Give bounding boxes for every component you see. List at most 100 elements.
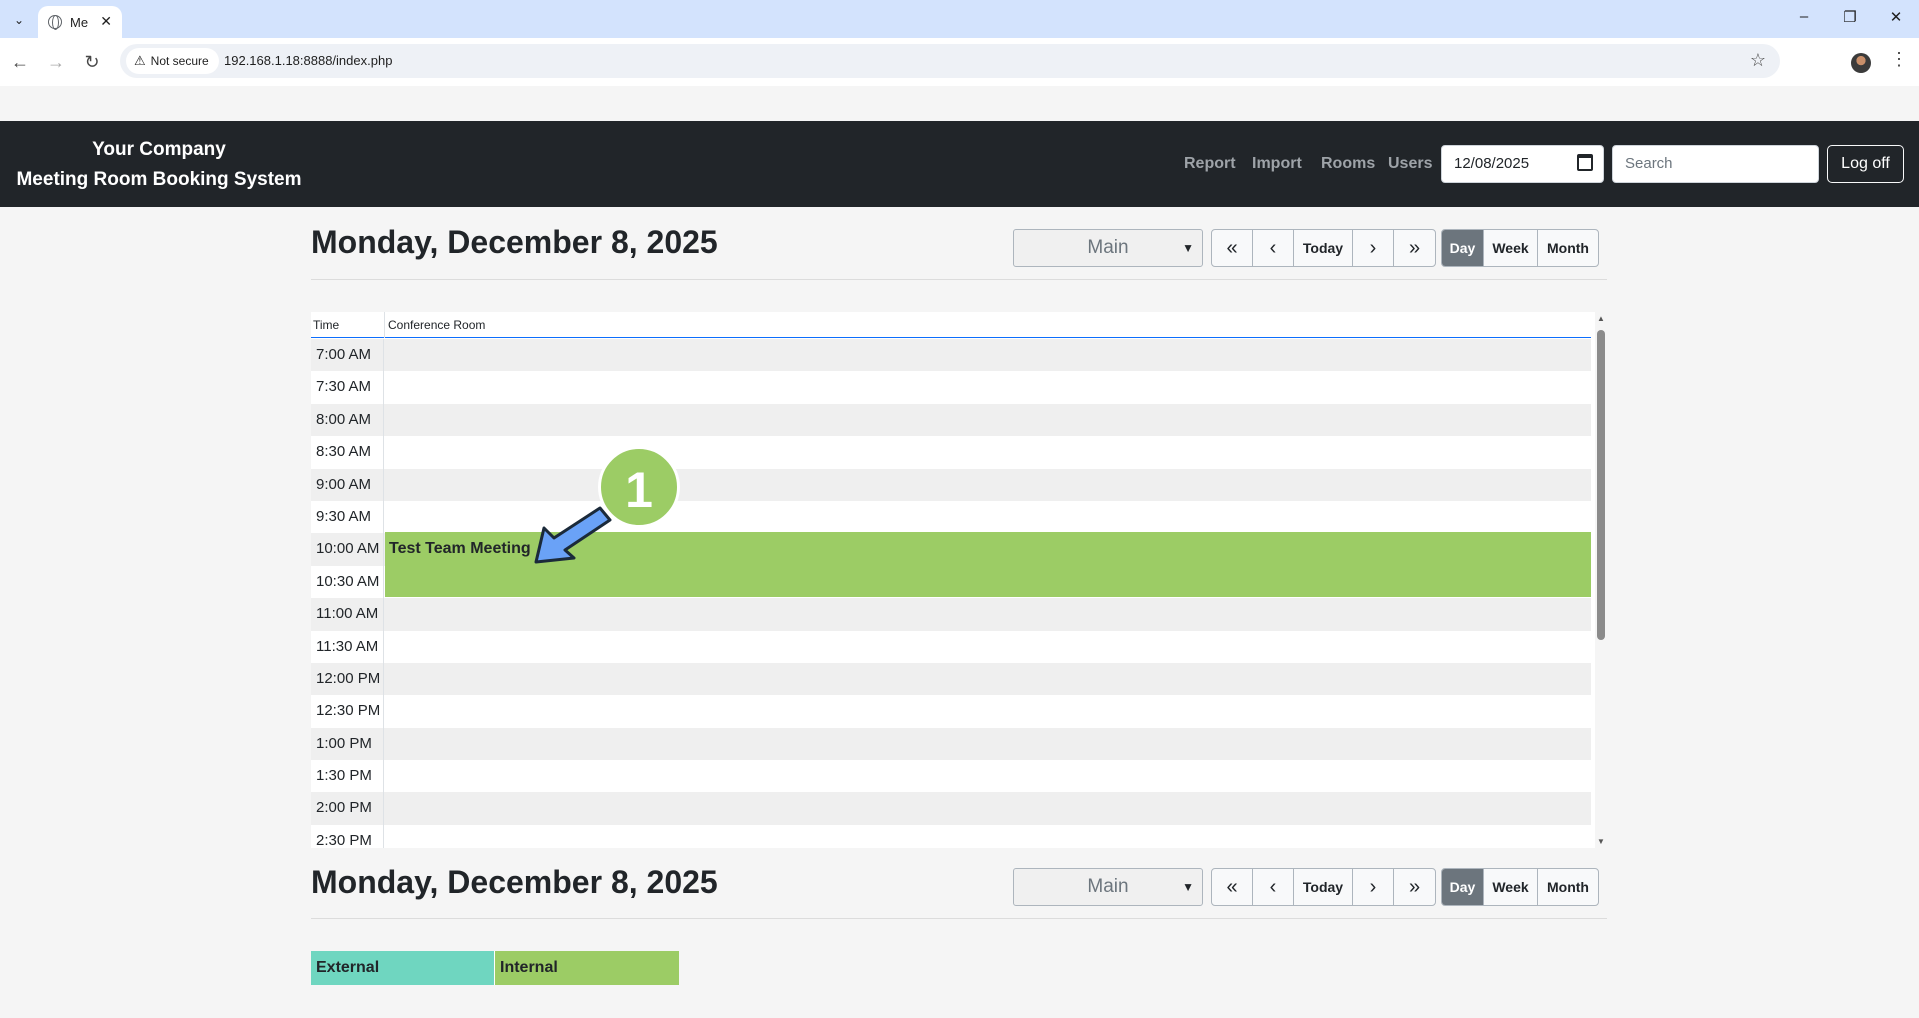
calendar-icon[interactable] <box>1577 154 1593 171</box>
first-button[interactable]: « <box>1212 230 1253 266</box>
week-view-button[interactable]: Week <box>1484 230 1538 266</box>
tab-close-icon[interactable]: ✕ <box>100 13 112 30</box>
date-picker-input[interactable]: 12/08/2025 <box>1441 145 1604 183</box>
prev-button[interactable]: ‹ <box>1253 869 1294 905</box>
time-slot-label[interactable]: 11:00 AM <box>311 598 384 631</box>
grid-scrollbar[interactable]: ▲ ▼ <box>1595 312 1607 848</box>
security-label: Not secure <box>150 54 209 68</box>
last-button[interactable]: » <box>1394 230 1435 266</box>
time-slot-label[interactable]: 1:30 PM <box>311 760 384 793</box>
time-slot-label[interactable]: 7:00 AM <box>311 339 384 372</box>
security-chip[interactable]: ⚠ Not secure <box>126 48 219 74</box>
time-slot-label[interactable]: 8:30 AM <box>311 436 384 469</box>
profile-avatar[interactable] <box>1851 53 1871 73</box>
app-header: Your Company Meeting Room Booking System… <box>0 121 1919 207</box>
legend-external: External <box>311 951 495 985</box>
day-view-button[interactable]: Day <box>1442 869 1484 905</box>
grid-row: 11:30 AM <box>311 630 1591 663</box>
booking-slot-cell[interactable] <box>384 727 1591 761</box>
booking-slot-cell[interactable] <box>384 436 1591 469</box>
browser-tab[interactable]: Me ✕ <box>38 6 122 38</box>
booking-slot-cell[interactable] <box>384 662 1591 696</box>
scroll-down-icon[interactable]: ▼ <box>1597 837 1605 846</box>
page-title-bottom: Monday, December 8, 2025 <box>311 864 718 900</box>
logoff-button[interactable]: Log off <box>1827 145 1904 183</box>
next-button[interactable]: › <box>1353 230 1394 266</box>
today-button[interactable]: Today <box>1294 230 1353 266</box>
time-slot-label[interactable]: 2:00 PM <box>311 792 384 825</box>
booking-slot-cell[interactable] <box>384 371 1591 404</box>
prev-button[interactable]: ‹ <box>1253 230 1294 266</box>
booking-slot-cell[interactable] <box>384 792 1591 825</box>
booking-slot-cell[interactable] <box>384 598 1591 631</box>
divider <box>311 279 1607 280</box>
room-column-header[interactable]: Conference Room <box>388 318 485 332</box>
booking-slot-cell[interactable] <box>384 630 1591 663</box>
restore-icon[interactable]: ❐ <box>1840 8 1860 26</box>
week-view-button[interactable]: Week <box>1484 869 1538 905</box>
search-input[interactable]: Search <box>1612 145 1819 183</box>
nav-users-link[interactable]: Users <box>1388 155 1432 173</box>
omnibox[interactable]: ⚠ Not secure 192.168.1.18:8888/index.php… <box>120 44 1780 78</box>
minimize-icon[interactable]: – <box>1794 8 1814 25</box>
time-slot-label[interactable]: 2:30 PM <box>311 824 384 848</box>
booking-slot-cell[interactable] <box>384 403 1591 437</box>
close-window-icon[interactable]: ✕ <box>1886 8 1906 26</box>
grid-row: 7:30 AM <box>311 371 1591 404</box>
time-slot-label[interactable]: 1:00 PM <box>311 727 384 761</box>
booking-slot-cell[interactable] <box>384 824 1591 848</box>
time-slot-label[interactable]: 10:30 AM <box>311 565 384 599</box>
time-slot-label[interactable]: 9:30 AM <box>311 500 384 534</box>
chevron-down-icon: ▼ <box>1182 241 1194 255</box>
area-select[interactable]: Main ▼ <box>1013 229 1203 267</box>
chevron-down-icon: ▼ <box>1182 880 1194 894</box>
next-button[interactable]: › <box>1353 869 1394 905</box>
address-bar-row: ← → ↻ ⚠ Not secure 192.168.1.18:8888/ind… <box>0 38 1919 86</box>
grid-row: 8:00 AM <box>311 403 1591 437</box>
tab-search-chevron-icon[interactable]: ⌄ <box>8 9 30 31</box>
grid-row: 9:00 AM <box>311 468 1591 501</box>
time-slot-label[interactable]: 8:00 AM <box>311 403 384 437</box>
scroll-up-icon[interactable]: ▲ <box>1597 314 1605 323</box>
scroll-thumb[interactable] <box>1597 330 1605 640</box>
booking-slot-cell[interactable] <box>384 760 1591 793</box>
divider-bottom <box>311 918 1607 919</box>
month-view-button[interactable]: Month <box>1538 869 1598 905</box>
bookmark-star-icon[interactable]: ☆ <box>1750 50 1766 71</box>
browser-menu-icon[interactable]: ⋮ <box>1890 49 1908 70</box>
url-text[interactable]: 192.168.1.18:8888/index.php <box>224 53 392 68</box>
nav-rooms-link[interactable]: Rooms <box>1321 155 1375 173</box>
time-slot-label[interactable]: 10:00 AM <box>311 533 384 566</box>
today-button[interactable]: Today <box>1294 869 1353 905</box>
grid-row: 7:00 AM <box>311 339 1591 372</box>
back-icon[interactable]: ← <box>8 50 32 74</box>
last-button[interactable]: » <box>1394 869 1435 905</box>
brand[interactable]: Your Company Meeting Room Booking System <box>0 135 318 195</box>
nav-report-link[interactable]: Report <box>1184 155 1236 173</box>
month-view-button[interactable]: Month <box>1538 230 1598 266</box>
time-slot-label[interactable]: 9:00 AM <box>311 468 384 501</box>
browser-tab-bar: ⌄ Me ✕ – ❐ ✕ <box>0 0 1919 38</box>
nav-import-link[interactable]: Import <box>1252 155 1302 173</box>
time-slot-label[interactable]: 12:30 PM <box>311 695 384 728</box>
grid-row: 1:00 PM <box>311 727 1591 761</box>
grid-row: 2:30 PM <box>311 824 1591 848</box>
day-view-button[interactable]: Day <box>1442 230 1484 266</box>
booking-slot-cell[interactable] <box>384 695 1591 728</box>
booking-title: Test Team Meeting <box>389 540 531 557</box>
time-slot-label[interactable]: 11:30 AM <box>311 630 384 663</box>
header-separator <box>384 312 385 338</box>
forward-icon[interactable]: → <box>44 50 68 74</box>
time-slot-label[interactable]: 12:00 PM <box>311 662 384 696</box>
time-slot-label[interactable]: 7:30 AM <box>311 371 384 404</box>
annotation-badge: 1 <box>598 446 680 528</box>
booking-slot-cell[interactable] <box>384 339 1591 372</box>
grid-row: 8:30 AM <box>311 436 1591 469</box>
page-title: Monday, December 8, 2025 <box>311 224 718 260</box>
booking-slot-cell[interactable] <box>384 468 1591 501</box>
area-select-bottom[interactable]: Main ▼ <box>1013 868 1203 906</box>
reload-icon[interactable]: ↻ <box>80 50 104 74</box>
area-selected-value: Main <box>1087 876 1129 897</box>
first-button[interactable]: « <box>1212 869 1253 905</box>
date-nav-group-bottom: « ‹ Today › » <box>1211 868 1436 906</box>
